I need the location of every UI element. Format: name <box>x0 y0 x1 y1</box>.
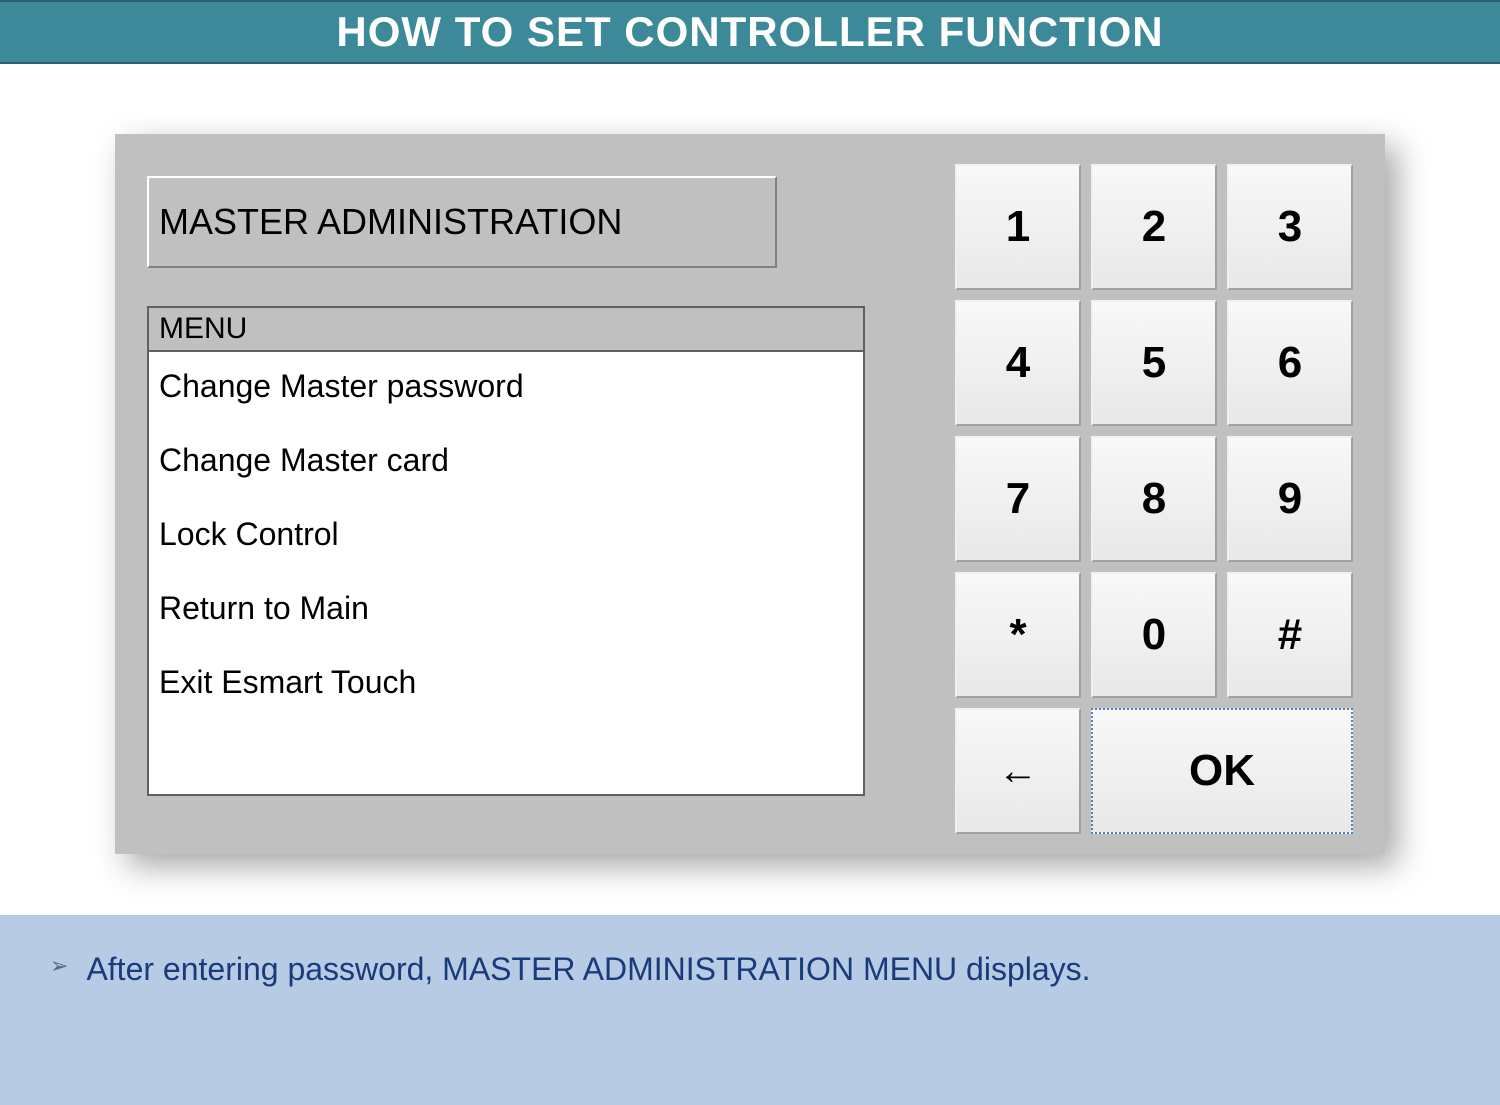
bullet-icon: ➢ <box>50 953 68 979</box>
key-7[interactable]: 7 <box>955 436 1081 562</box>
menu-item-return-main[interactable]: Return to Main <box>159 592 853 624</box>
keypad: 1 2 3 4 5 6 7 8 9 * 0 # ← OK <box>955 164 1355 834</box>
key-6[interactable]: 6 <box>1227 300 1353 426</box>
page-title: HOW TO SET CONTROLLER FUNCTION <box>336 8 1163 56</box>
key-0[interactable]: 0 <box>1091 572 1217 698</box>
footer-section: ➢ After entering password, MASTER ADMINI… <box>0 915 1500 1105</box>
menu-items: Change Master password Change Master car… <box>149 352 863 758</box>
page-header: HOW TO SET CONTROLLER FUNCTION <box>0 0 1500 64</box>
panel-container: MASTER ADMINISTRATION MENU Change Master… <box>115 134 1385 854</box>
menu-item-lock-control[interactable]: Lock Control <box>159 518 853 550</box>
keypad-grid: 1 2 3 4 5 6 7 8 9 * 0 # ← OK <box>955 164 1355 834</box>
key-star[interactable]: * <box>955 572 1081 698</box>
key-ok[interactable]: OK <box>1091 708 1353 834</box>
key-8[interactable]: 8 <box>1091 436 1217 562</box>
admin-panel: MASTER ADMINISTRATION MENU Change Master… <box>115 134 1385 854</box>
footer-bullet-line: ➢ After entering password, MASTER ADMINI… <box>50 947 1450 992</box>
key-3[interactable]: 3 <box>1227 164 1353 290</box>
key-backspace[interactable]: ← <box>955 708 1081 834</box>
footer-text: After entering password, MASTER ADMINIST… <box>86 947 1090 992</box>
key-4[interactable]: 4 <box>955 300 1081 426</box>
menu-item-change-password[interactable]: Change Master password <box>159 370 853 402</box>
key-9[interactable]: 9 <box>1227 436 1353 562</box>
panel-title: MASTER ADMINISTRATION <box>159 201 622 243</box>
key-hash[interactable]: # <box>1227 572 1353 698</box>
panel-title-box: MASTER ADMINISTRATION <box>147 176 777 268</box>
menu-item-exit-esmart[interactable]: Exit Esmart Touch <box>159 666 853 698</box>
key-2[interactable]: 2 <box>1091 164 1217 290</box>
key-5[interactable]: 5 <box>1091 300 1217 426</box>
key-1[interactable]: 1 <box>955 164 1081 290</box>
menu-item-change-card[interactable]: Change Master card <box>159 444 853 476</box>
menu-box: MENU Change Master password Change Maste… <box>147 306 865 796</box>
menu-header: MENU <box>149 308 863 352</box>
